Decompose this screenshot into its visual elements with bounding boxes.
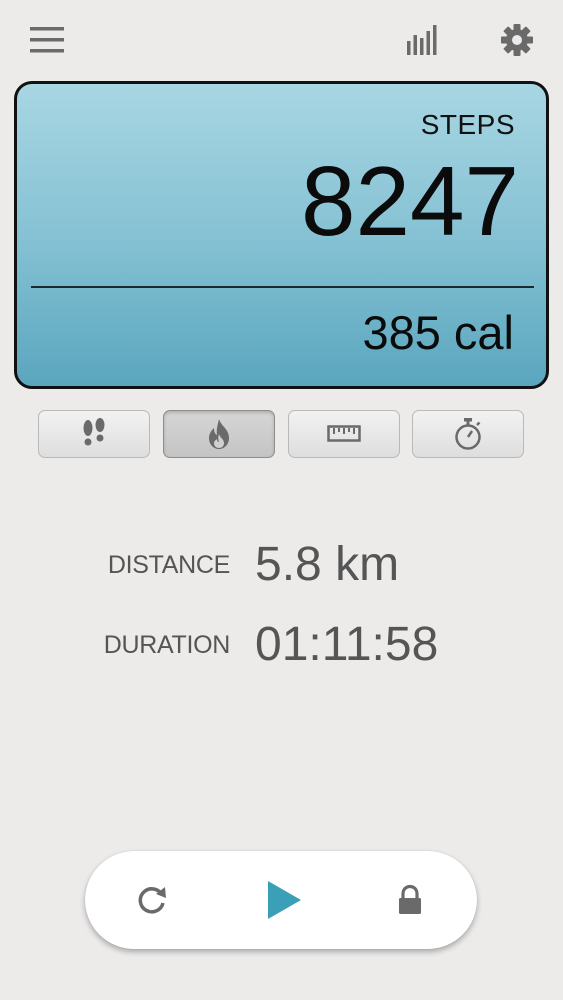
mode-duration-button[interactable] [412,410,524,458]
top-toolbar [0,0,563,80]
step-counter-display: STEPS 8247 385 cal [14,81,549,389]
mode-distance-button[interactable] [288,410,400,458]
calories-value: 385 cal [362,306,514,359]
distance-label: DISTANCE [107,551,230,579]
lock-button[interactable] [380,870,440,930]
reset-button[interactable] [122,870,182,930]
stopwatch-icon [455,418,481,450]
play-button[interactable] [254,870,314,930]
menu-button[interactable] [22,20,72,60]
playback-controls [85,851,477,949]
duration-label: DURATION [103,631,231,659]
play-icon [268,881,301,919]
mode-steps-button[interactable] [38,410,150,458]
mode-calories-button[interactable] [163,410,275,458]
distance-row: DISTANCE 5.8 km [0,535,563,595]
distance-value: 5.8 km [255,538,400,591]
display-divider [31,286,534,288]
mode-selector [38,410,526,460]
reset-icon [138,887,166,914]
ruler-icon [327,425,361,442]
footprints-icon [83,418,105,446]
duration-value: 01:11:58 [255,618,439,671]
flame-icon [209,419,229,449]
steps-label: STEPS [420,109,515,140]
duration-row: DURATION 01:11:58 [0,615,563,675]
gear-icon [501,24,533,56]
bar-chart-icon [407,25,437,55]
lock-icon [399,884,421,914]
steps-count: 8247 [300,146,519,256]
hamburger-menu-icon [30,27,64,53]
settings-button[interactable] [492,16,542,64]
statistics-button[interactable] [398,18,448,62]
